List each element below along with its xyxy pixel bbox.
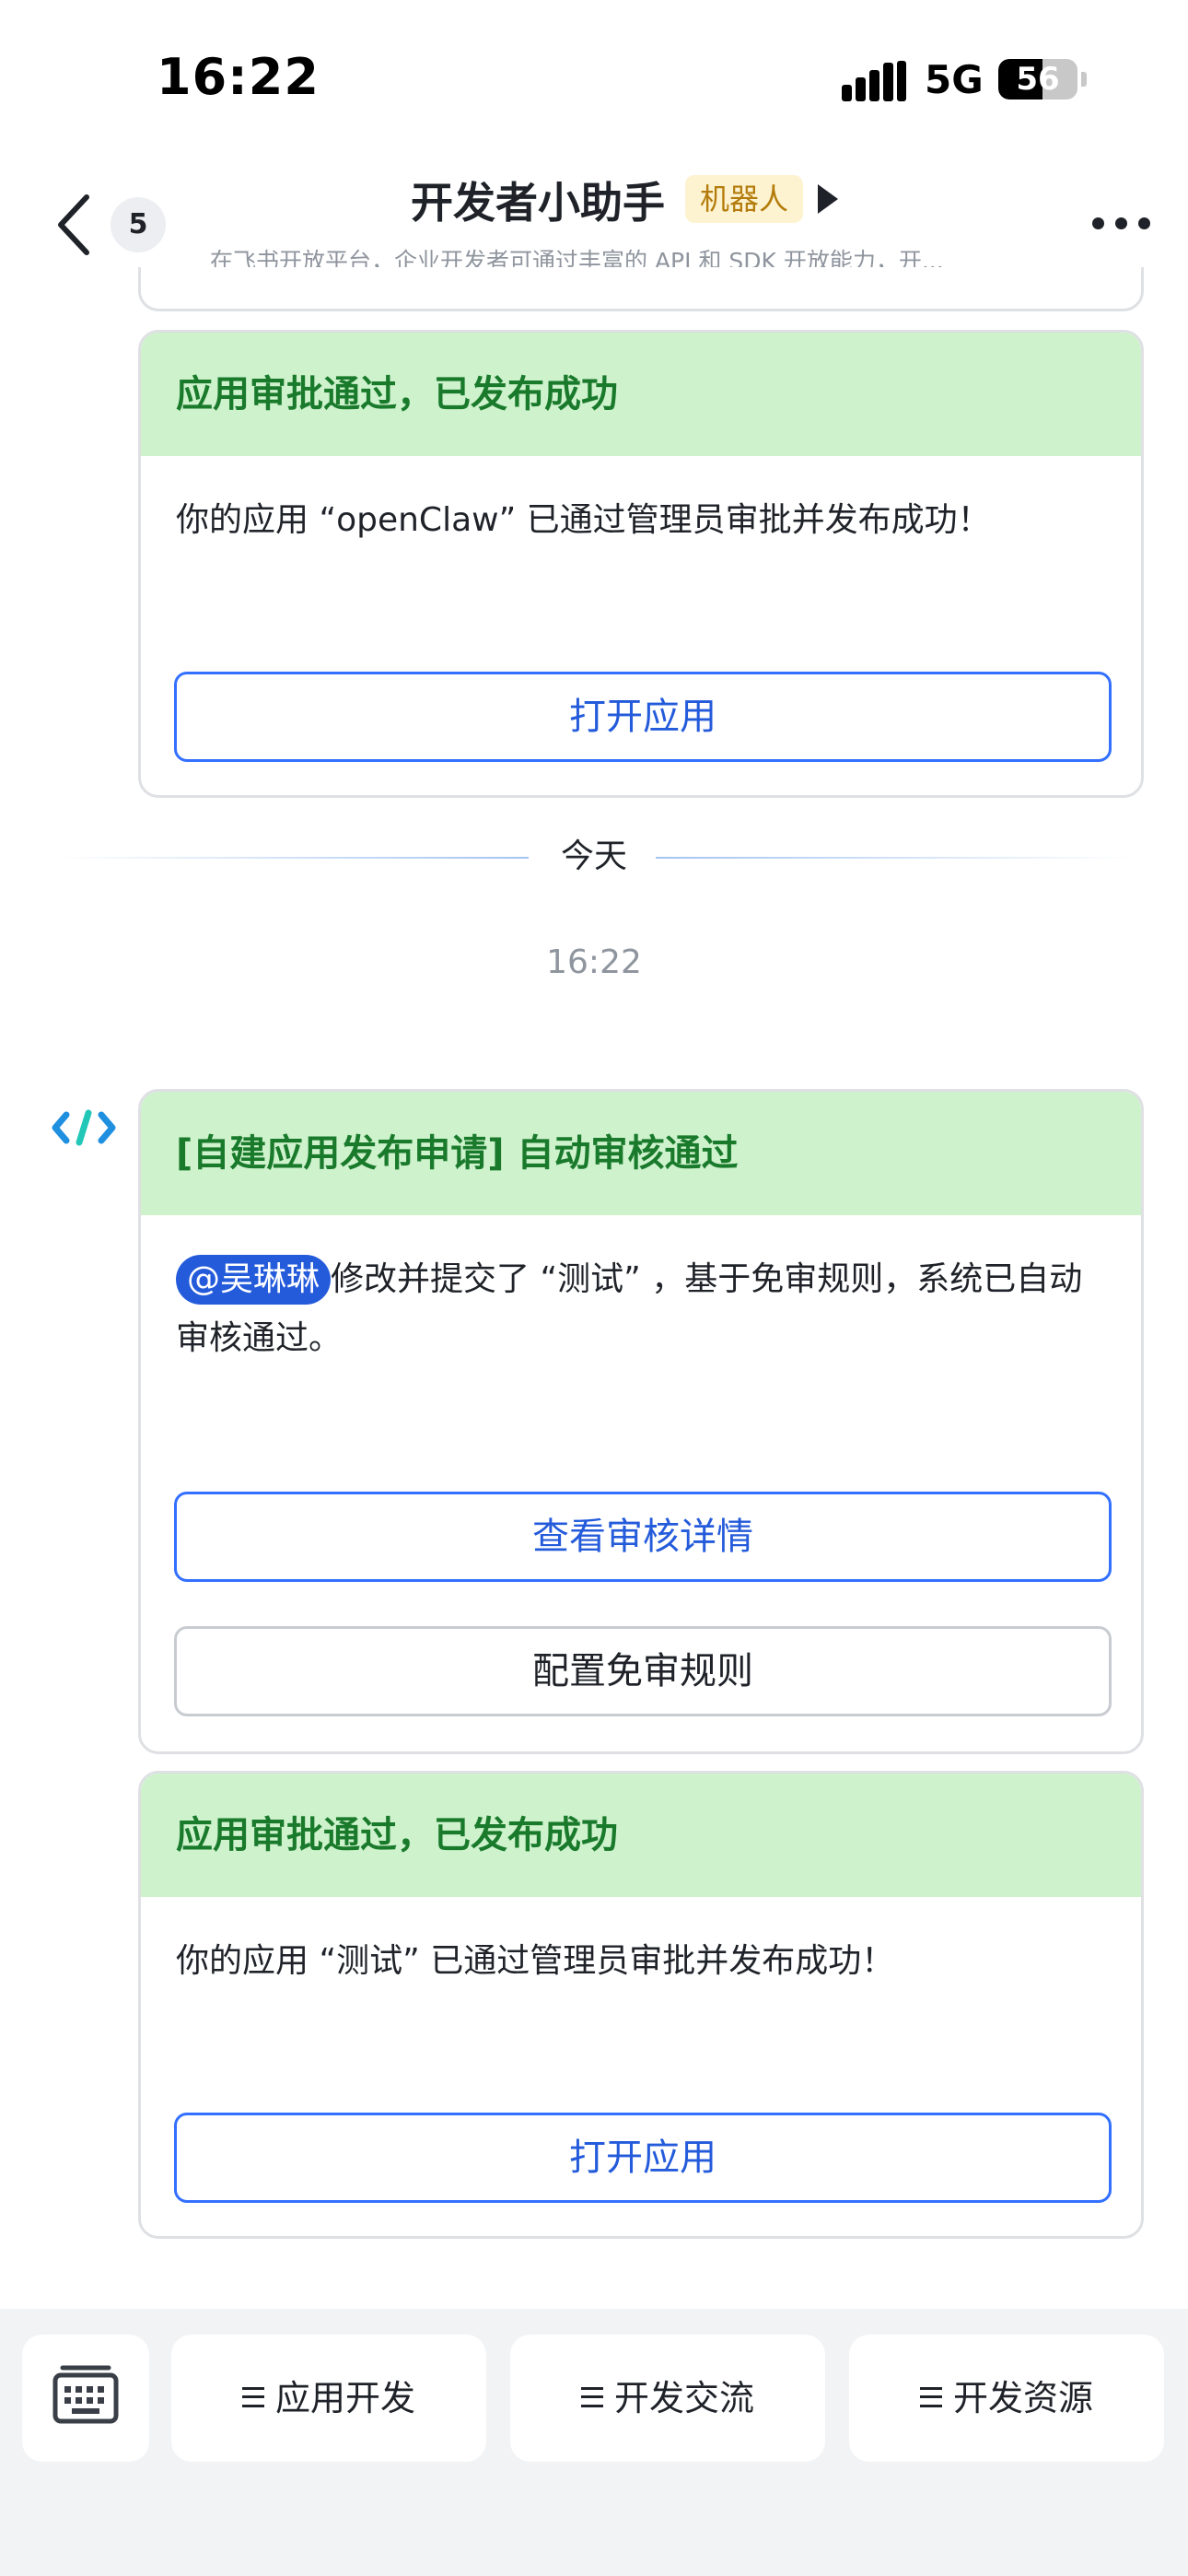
bot-avatar-svg [52, 1109, 116, 1146]
battery-icon: 56 [998, 59, 1077, 100]
menu-dev-communication[interactable]: 开发交流 [510, 2335, 825, 2462]
bottom-menu-bar: 应用开发 开发交流 开发资源 [0, 2309, 1188, 2576]
developer-bot-logo-icon[interactable] [52, 1109, 116, 1146]
more-options-button[interactable] [1092, 217, 1151, 230]
mention-tag[interactable]: @吴琳琳 [176, 1255, 332, 1305]
open-app-button[interactable]: 打开应用 [174, 672, 1112, 762]
card-body: 你的应用 “测试” 已通过管理员审批并发布成功！ [176, 1942, 895, 1980]
card-body: @吴琳琳 修改并提交了 “测试” ，基于免审规则，系统已自动审核通过。 [141, 1215, 1141, 1368]
chat-screen: 16:22 5G 56 5 开发者小助手 机器人 在飞书开放平台，企业开发者可通… [0, 0, 1188, 2576]
message-timestamp: 16:22 [546, 943, 642, 981]
card-header: 应用审批通过，已发布成功 [141, 333, 1141, 456]
play-icon[interactable] [818, 184, 838, 214]
unread-count-badge[interactable]: 5 [111, 197, 166, 252]
message-card-auto-review: [自建应用发布申请] 自动审核通过 @吴琳琳 修改并提交了 “测试” ，基于免审规… [138, 1089, 1144, 1754]
message-card-approval-2: 应用审批通过，已发布成功 你的应用 “测试” 已通过管理员审批并发布成功！ 打开… [138, 1771, 1144, 2239]
menu-app-development[interactable]: 应用开发 [171, 2335, 486, 2462]
network-type: 5G [925, 57, 984, 102]
card-header: [自建应用发布申请] 自动审核通过 [141, 1092, 1141, 1215]
more-horizontal-icon [1092, 217, 1104, 229]
previous-card-edge [138, 267, 1144, 311]
day-divider: 今天 [55, 829, 1133, 884]
card-body: 你的应用 “openClaw” 已通过管理员审批并发布成功！ [176, 501, 991, 539]
battery-percent: 56 [1016, 61, 1060, 98]
chat-title[interactable]: 开发者小助手 [411, 170, 665, 230]
bot-badge: 机器人 [685, 175, 804, 223]
battery-tip [1081, 72, 1087, 87]
configure-exemption-rules-button[interactable]: 配置免审规则 [174, 1626, 1112, 1716]
open-app-button[interactable]: 打开应用 [174, 2113, 1112, 2203]
hamburger-menu-icon [580, 2386, 603, 2407]
view-review-details-button[interactable]: 查看审核详情 [174, 1492, 1112, 1582]
hamburger-menu-icon [919, 2386, 942, 2407]
keyboard-toggle-button[interactable] [22, 2335, 149, 2462]
hamburger-menu-icon [241, 2386, 264, 2407]
card-header: 应用审批通过，已发布成功 [141, 1774, 1141, 1897]
chevron-left-icon [58, 194, 89, 255]
back-button[interactable] [52, 190, 98, 260]
cellular-signal-icon [842, 61, 906, 101]
status-time: 16:22 [157, 48, 320, 106]
message-card-approval-1: 应用审批通过，已发布成功 你的应用 “openClaw” 已通过管理员审批并发布… [138, 330, 1144, 798]
menu-dev-resources[interactable]: 开发资源 [849, 2335, 1164, 2462]
keyboard-icon [52, 2365, 119, 2424]
